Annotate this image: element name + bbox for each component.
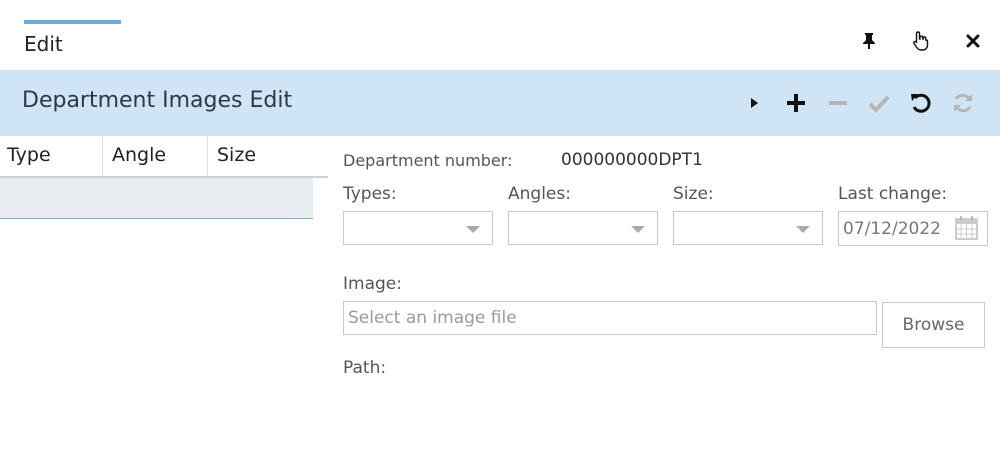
page-title: Department Images Edit [22,88,293,113]
chevron-down-icon [466,226,480,233]
chevron-down-icon [631,226,645,233]
last-change-date-value: 07/12/2022 [843,219,941,239]
types-dropdown[interactable] [343,211,493,245]
department-number-value: 000000000DPT1 [561,150,703,170]
table-row[interactable] [0,178,313,219]
column-divider [102,136,103,176]
pin-icon[interactable] [856,28,882,54]
angles-dropdown[interactable] [508,211,658,245]
size-label: Size: [673,184,714,204]
play-icon[interactable] [739,88,769,118]
column-divider [207,136,208,176]
tab-edit[interactable]: Edit [24,32,63,56]
active-tab-indicator [24,20,121,24]
image-label: Image: [343,274,402,294]
chevron-down-icon [796,226,810,233]
image-file-placeholder: Select an image file [348,308,517,328]
last-change-label: Last change: [838,184,948,204]
angles-label: Angles: [508,184,571,204]
plus-icon[interactable] [781,88,811,118]
department-number-label: Department number: [343,151,513,170]
check-icon[interactable] [864,88,894,118]
types-label: Types: [343,184,397,204]
column-header-type[interactable]: Type [7,144,51,166]
pointer-hand-icon[interactable] [908,28,934,54]
refresh-icon[interactable] [948,88,978,118]
calendar-icon[interactable] [955,216,978,244]
browse-button[interactable]: Browse [882,302,985,348]
undo-icon[interactable] [906,88,936,118]
minus-icon[interactable] [823,88,853,118]
column-header-angle[interactable]: Angle [112,144,166,166]
size-dropdown[interactable] [673,211,823,245]
close-icon[interactable] [960,28,986,54]
path-label: Path: [343,358,387,378]
column-header-size[interactable]: Size [217,144,256,166]
